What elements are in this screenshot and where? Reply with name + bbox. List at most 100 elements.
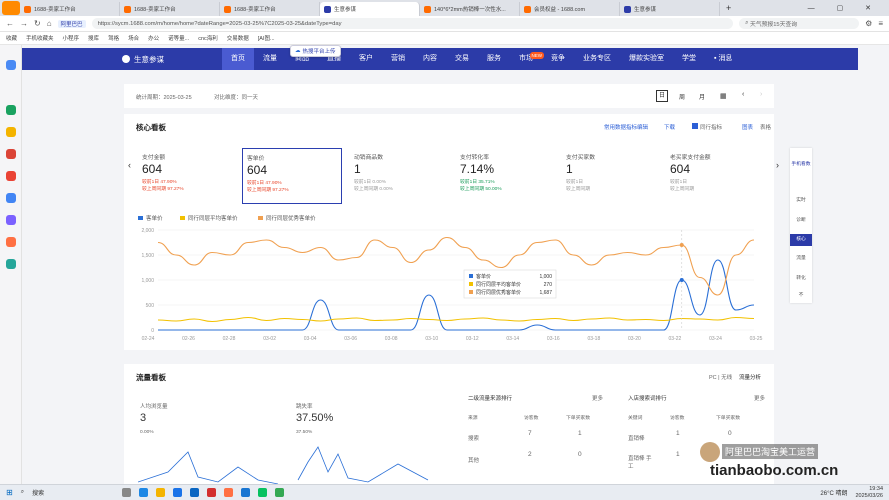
- taskbar-app-icon[interactable]: [122, 488, 132, 497]
- device-switch[interactable]: PC | 无线: [709, 373, 732, 381]
- browser-tab[interactable]: 会员权益 - 1688.com: [520, 2, 620, 16]
- browser-logo-icon[interactable]: [2, 1, 20, 15]
- panel-item-more[interactable]: 不: [790, 291, 812, 298]
- bookmark-item[interactable]: [AI图...: [258, 34, 275, 42]
- calendar-icon[interactable]: ▦: [720, 92, 727, 100]
- metric-card-selected[interactable]: 客单价 604 较前1日 47.90% 较上周同期 97.27%: [242, 148, 342, 204]
- core-line-chart[interactable]: 客单价 同行同层平均客单价 同行同层优秀客单价05001,0001,5002,000…: [124, 210, 774, 350]
- date-btn-day[interactable]: 日: [656, 90, 668, 102]
- sidebar-app-icon[interactable]: [6, 171, 16, 181]
- sidebar-app-icon[interactable]: [6, 127, 16, 137]
- metrics-next-icon[interactable]: ›: [776, 160, 779, 170]
- new-tab-icon[interactable]: +: [726, 3, 731, 13]
- extensions-icon[interactable]: ⚙: [865, 19, 872, 28]
- taskbar-app-icon[interactable]: [241, 488, 251, 497]
- sidebar-app-icon[interactable]: [6, 193, 16, 203]
- bookmark-item[interactable]: 诺等量...: [168, 34, 189, 42]
- nav-item-lab[interactable]: 爆款实验室: [620, 48, 673, 70]
- nav-item-customer[interactable]: 客户: [350, 48, 382, 70]
- weather[interactable]: 26°C 晴朗: [820, 488, 847, 497]
- bookmark-item[interactable]: 手机收藏夹: [26, 34, 54, 42]
- prev-date-icon[interactable]: ‹: [742, 91, 744, 98]
- nav-item-messages[interactable]: ▪ 消息: [705, 48, 741, 70]
- edit-metrics-link[interactable]: 常用数据指标编辑: [604, 123, 648, 131]
- brand[interactable]: 生意参谋: [22, 54, 222, 65]
- nav-item-market[interactable]: 市场 NEW: [510, 48, 544, 70]
- menu-icon[interactable]: ≡: [878, 19, 883, 28]
- sidebar-app-icon[interactable]: [6, 60, 16, 70]
- more-link[interactable]: 更多: [592, 394, 603, 402]
- browser-tab[interactable]: 140*6*2mm热销棒一次性水...: [420, 2, 520, 16]
- taskbar-search-icon[interactable]: ⌕: [21, 489, 24, 496]
- compare-dimension[interactable]: 对比维度：同一天: [214, 93, 258, 101]
- panel-item-core[interactable]: 核心: [790, 234, 812, 246]
- taskbar-app-icon[interactable]: [139, 488, 149, 497]
- forward-icon[interactable]: →: [20, 19, 28, 28]
- bookmark-item[interactable]: 办公: [148, 34, 159, 42]
- panel-item-realtime[interactable]: 实时: [790, 196, 812, 203]
- metric-card[interactable]: 动销商品数 1 较前1日 0.00% 较上周同期 0.00%: [350, 148, 450, 204]
- sidebar-app-icon[interactable]: [6, 259, 16, 269]
- taskbar-search[interactable]: 搜索: [32, 488, 44, 497]
- bookmark-item[interactable]: cnc海利: [198, 34, 218, 42]
- taskbar-app-icon[interactable]: [156, 488, 166, 497]
- date-btn-week[interactable]: 周: [679, 92, 685, 101]
- metric-card[interactable]: 支付金额 604 较前1日 47.90% 较上周同期 97.27%: [138, 148, 238, 204]
- nav-item-school[interactable]: 学堂: [673, 48, 705, 70]
- back-icon[interactable]: ←: [6, 19, 14, 28]
- browser-tab[interactable]: 1688-卖家工作台: [20, 2, 120, 16]
- home-icon[interactable]: ⌂: [47, 19, 52, 28]
- clock[interactable]: 19:34 2025/03/26: [855, 486, 883, 500]
- reload-icon[interactable]: ↻: [34, 19, 41, 28]
- window-controls[interactable]: — ▢ ✕: [808, 4, 881, 12]
- nav-item-trade[interactable]: 交易: [446, 48, 478, 70]
- nav-item-marketing[interactable]: 营销: [382, 48, 414, 70]
- browser-search-input[interactable]: ⌕ 天气预报15天查询: [739, 18, 860, 29]
- taskbar-app-icon[interactable]: [190, 488, 200, 497]
- start-icon[interactable]: ⊞: [6, 488, 13, 497]
- bookmark-item[interactable]: 驾格: [108, 34, 119, 42]
- url-field[interactable]: https://sycm.1688.com/m/home/home?dateRa…: [91, 18, 734, 29]
- taskbar-app-icon[interactable]: [173, 488, 183, 497]
- sidebar-app-icon[interactable]: [6, 215, 16, 225]
- bookmark-item[interactable]: 交易数据: [227, 34, 249, 42]
- browser-tab[interactable]: 1688-卖家工作台: [220, 2, 320, 16]
- nav-item-home[interactable]: 首页: [222, 48, 254, 70]
- metrics-prev-icon[interactable]: ‹: [128, 160, 131, 170]
- next-date-icon[interactable]: ›: [760, 91, 762, 98]
- bookmark-item[interactable]: 场合: [128, 34, 139, 42]
- table-view-link[interactable]: 表格: [760, 123, 771, 131]
- sidebar-app-icon[interactable]: [6, 237, 16, 247]
- panel-item-diagnose[interactable]: 诊断: [790, 216, 812, 223]
- browser-tab-active[interactable]: 生意参谋: [320, 2, 420, 16]
- nav-item-traffic[interactable]: 流量: [254, 48, 286, 70]
- sidebar-app-icon[interactable]: [6, 149, 16, 159]
- nav-item-compete[interactable]: 竞争: [542, 48, 574, 70]
- browser-tab[interactable]: 1688-卖家工作台: [120, 2, 220, 16]
- nav-item-service[interactable]: 服务: [478, 48, 510, 70]
- bookmark-item[interactable]: 搜库: [88, 34, 99, 42]
- panel-item-conversion[interactable]: 转化: [790, 274, 812, 281]
- taskbar-app-icon[interactable]: [224, 488, 234, 497]
- metric-card[interactable]: 老买家支付金额 604 较前1日 较上周同期: [666, 148, 766, 204]
- metric-card[interactable]: 支付转化率 7.14% 较前1日 35.71% 较上周同期 50.00%: [456, 148, 556, 204]
- browser-tab[interactable]: 生意参谋: [620, 2, 720, 16]
- more-link[interactable]: 更多: [754, 394, 765, 402]
- peer-metric-checkbox[interactable]: [692, 123, 698, 129]
- taskbar-app-icon[interactable]: [275, 488, 285, 497]
- bookmark-item[interactable]: 收藏: [6, 34, 17, 42]
- panel-item-mobile[interactable]: 手机看数: [790, 160, 812, 167]
- bookmark-item[interactable]: 小程序: [63, 34, 80, 42]
- taskbar-app-icon[interactable]: [258, 488, 268, 497]
- panel-item-traffic[interactable]: 流量: [790, 254, 812, 261]
- nav-item-content[interactable]: 内容: [414, 48, 446, 70]
- traffic-analysis-link[interactable]: 流量分析: [739, 373, 761, 381]
- chart-view-link[interactable]: 图表: [742, 123, 753, 131]
- sidebar-app-icon[interactable]: [6, 105, 16, 115]
- upload-tooltip[interactable]: ☁ 热搜平台上传: [290, 45, 341, 57]
- metric-card[interactable]: 支付买家数 1 较前1日 较上周同期: [562, 148, 662, 204]
- download-link[interactable]: 下载: [664, 123, 675, 131]
- nav-item-business[interactable]: 业务专区: [574, 48, 620, 70]
- taskbar-app-icon[interactable]: [207, 488, 217, 497]
- date-btn-month[interactable]: 月: [699, 92, 705, 101]
